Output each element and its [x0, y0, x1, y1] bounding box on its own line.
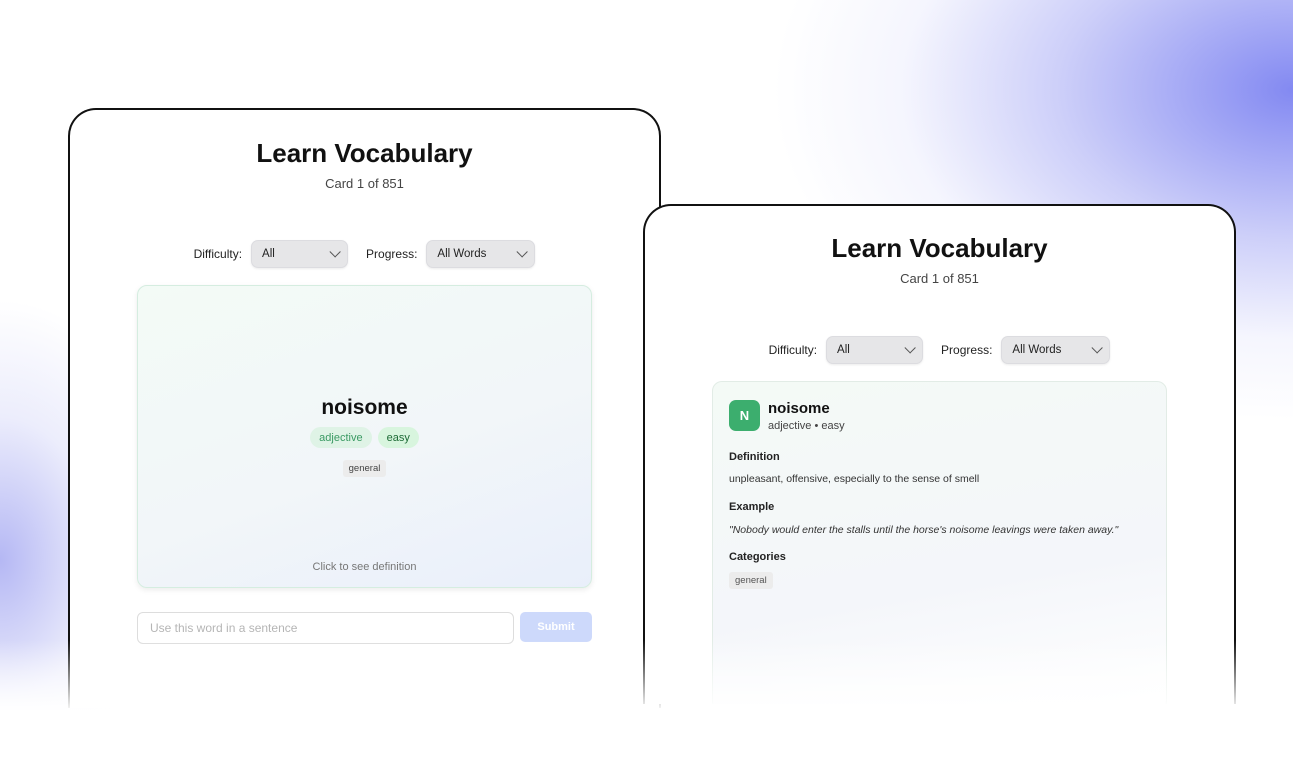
submit-button[interactable]: Submit [520, 612, 592, 642]
difficulty-label: Difficulty: [193, 247, 243, 261]
definition-text: unpleasant, offensive, especially to the… [729, 473, 980, 485]
flip-hint: Click to see definition [312, 561, 417, 573]
example-text: "Nobody would enter the stalls until the… [729, 524, 1119, 536]
filter-bar: Difficulty: All Progress: All Words [645, 336, 1234, 364]
card-counter: Card 1 of 851 [325, 176, 404, 191]
chevron-down-icon [904, 342, 916, 354]
category-tag: general [342, 460, 387, 477]
device-frame-definition: Learn Vocabulary Card 1 of 851 Difficult… [643, 204, 1236, 704]
detail-meta: adjective • easy [768, 420, 845, 432]
difficulty-select-value: All [837, 344, 850, 356]
progress-select[interactable]: All Words [426, 240, 536, 268]
word-initial-avatar: N [729, 400, 760, 431]
categories-heading: Categories [729, 551, 786, 563]
difficulty-select[interactable]: All [251, 240, 349, 268]
filter-bar: Difficulty: All Progress: All Words [70, 240, 659, 268]
example-heading: Example [729, 501, 775, 513]
category-tags: general [138, 460, 591, 477]
part-of-speech-badge: adjective [310, 427, 372, 448]
device-frame-flashcard: Learn Vocabulary Card 1 of 851 Difficult… [68, 108, 661, 708]
difficulty-badge: easy [377, 427, 419, 448]
progress-select-value: All Words [1012, 344, 1062, 356]
page-title: Learn Vocabulary [256, 138, 473, 168]
progress-select-value: All Words [437, 248, 487, 260]
difficulty-select[interactable]: All [826, 336, 924, 364]
progress-label: Progress: [366, 247, 418, 261]
definition-heading: Definition [729, 451, 780, 463]
bottom-fade [0, 640, 1293, 771]
difficulty-select-value: All [262, 248, 275, 260]
page-title: Learn Vocabulary [831, 233, 1048, 263]
flashcard-word: noisome [321, 396, 408, 419]
progress-label: Progress: [941, 343, 993, 357]
flashcard[interactable]: noisome adjective easy general Click to … [137, 285, 592, 588]
difficulty-label: Difficulty: [768, 343, 818, 357]
chevron-down-icon [516, 246, 529, 258]
chevron-down-icon [329, 246, 341, 258]
card-counter: Card 1 of 851 [900, 271, 979, 286]
chevron-down-icon [1091, 342, 1104, 354]
progress-select[interactable]: All Words [1001, 336, 1111, 364]
detail-word: noisome [768, 400, 830, 417]
flashcard-tags: adjective easy [138, 427, 591, 448]
category-tag: general [729, 572, 773, 589]
